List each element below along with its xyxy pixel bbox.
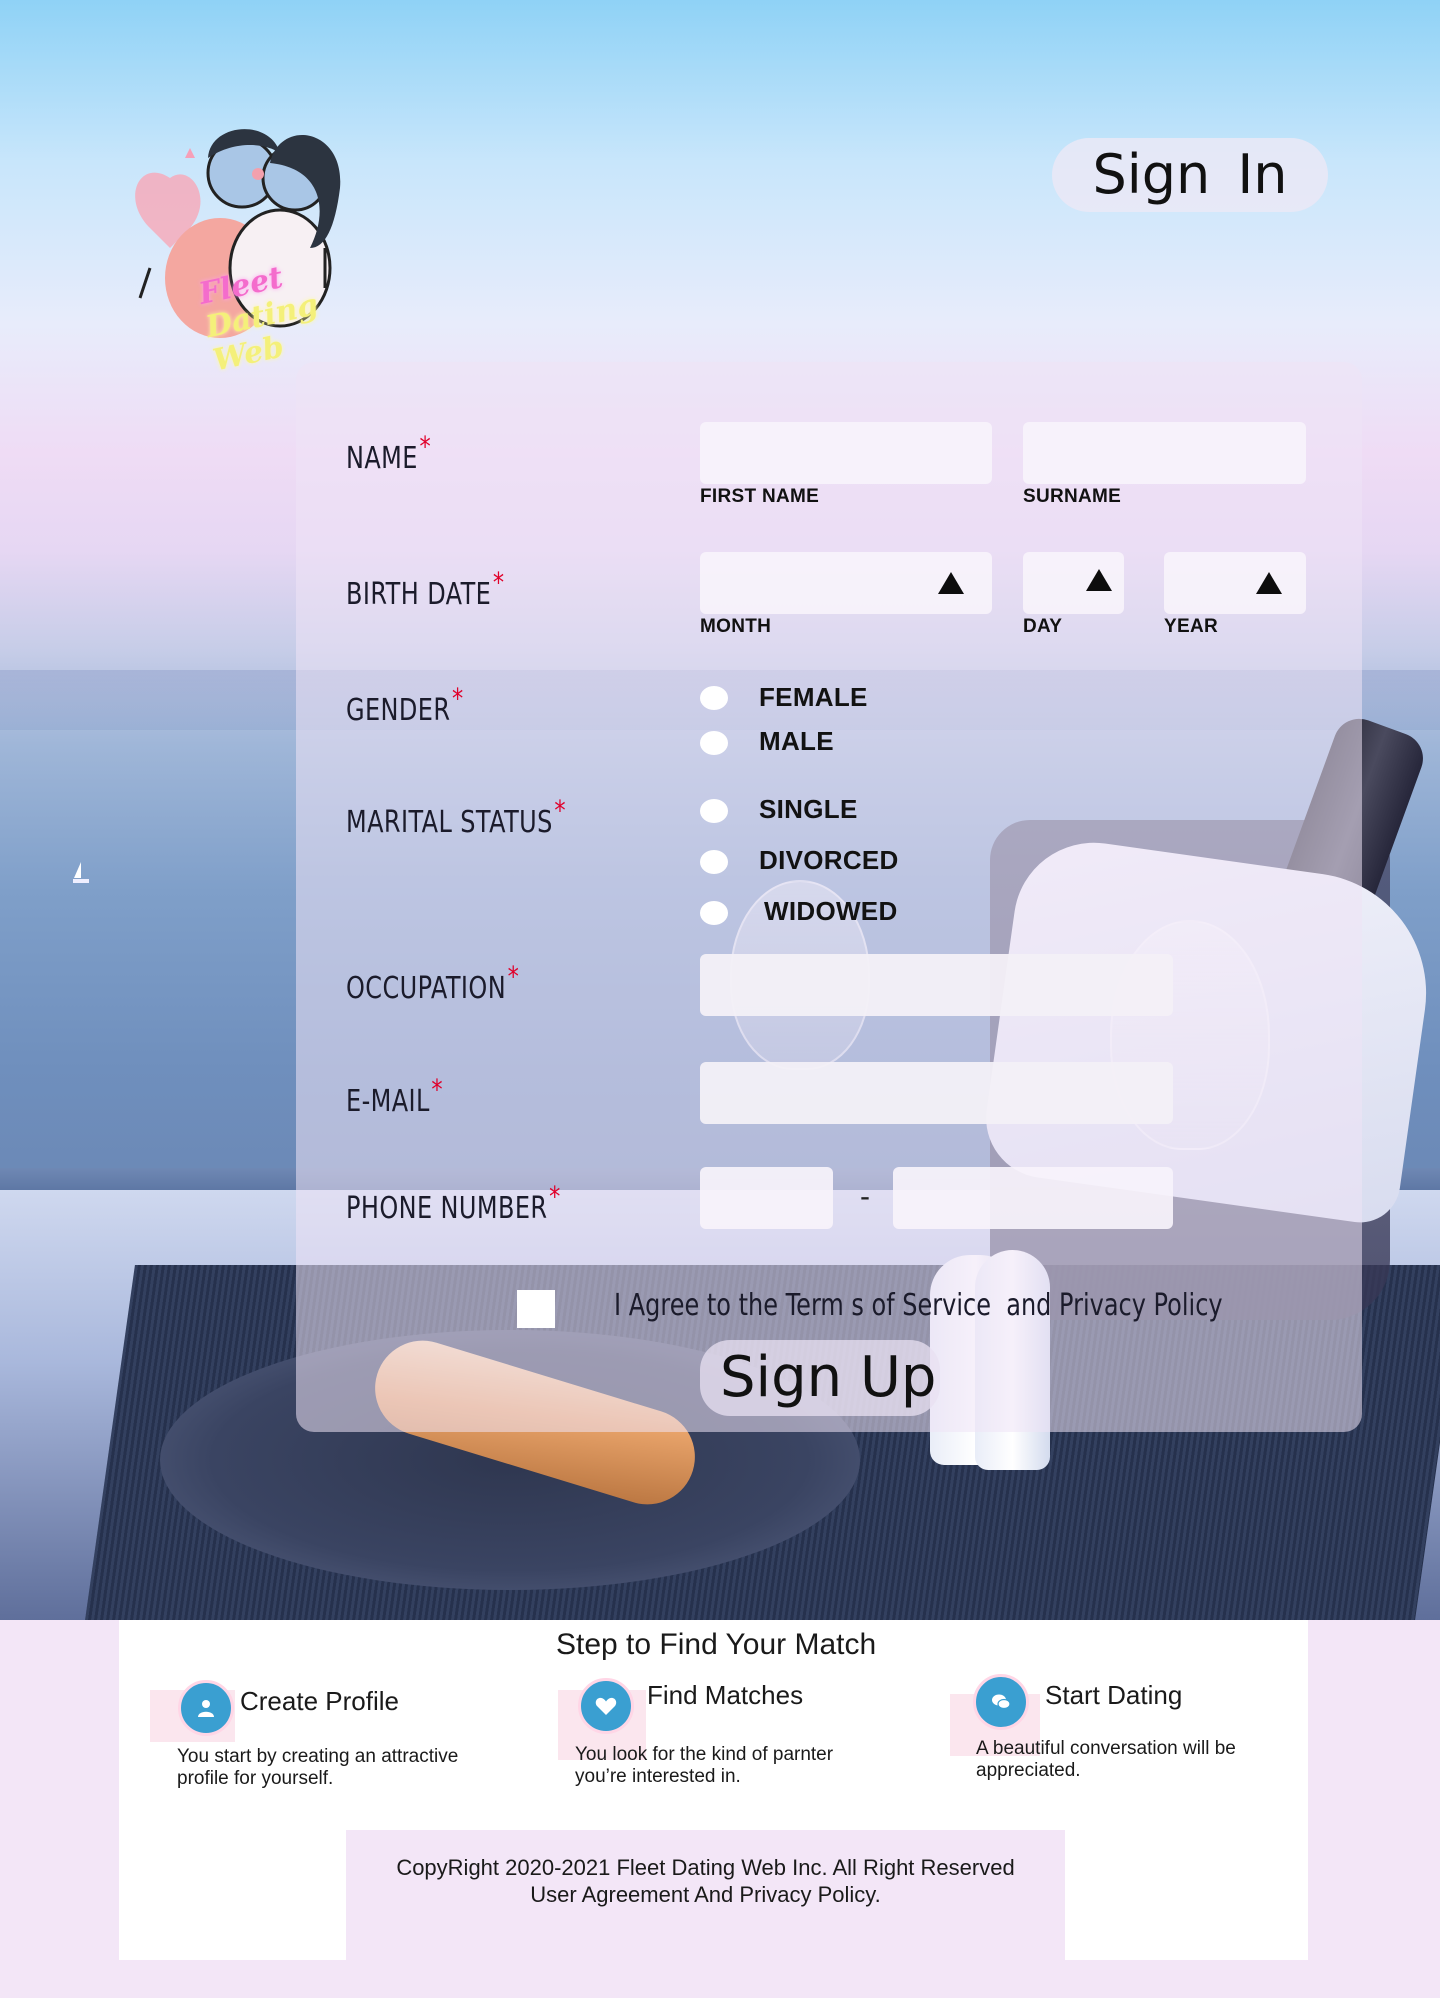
dropdown-arrow-icon (938, 572, 964, 594)
heart-icon (578, 1678, 634, 1734)
year-select[interactable] (1164, 552, 1306, 614)
divorced-option-label: DIVORCED (759, 845, 899, 875)
dropdown-arrow-icon (1256, 572, 1282, 594)
single-radio[interactable] (700, 799, 728, 823)
single-option-label: SINGLE (759, 794, 858, 824)
chat-icon (973, 1674, 1029, 1730)
dropdown-arrow-icon (1086, 569, 1112, 591)
phone-separator: - (860, 1180, 870, 1213)
day-select[interactable] (1023, 552, 1124, 614)
occupation-label: OCCUPATION* (346, 960, 520, 1006)
sign-in-button[interactable]: Sign In (1052, 138, 1328, 212)
terms-agreement-text: I Agree to the Term s of Service and Pri… (614, 1288, 1223, 1323)
user-agreement-link[interactable]: User Agreement And Privacy Policy. (346, 1881, 1065, 1908)
footer: CopyRight 2020-2021 Fleet Dating Web Inc… (346, 1830, 1065, 1960)
marital-status-label: MARITAL STATUS* (346, 794, 566, 840)
steps-title: Step to Find Your Match (556, 1628, 877, 1661)
terms-checkbox[interactable] (517, 1290, 555, 1328)
birth-date-label: BIRTH DATE* (346, 566, 505, 612)
occupation-input[interactable] (700, 954, 1173, 1016)
step-create-profile-title: Create Profile (240, 1686, 399, 1716)
sailboat-image (73, 862, 89, 883)
step-start-dating-desc: A beautiful conversation will be appreci… (976, 1738, 1236, 1781)
year-sublabel: YEAR (1164, 616, 1218, 637)
step-create-profile-desc: You start by creating an attractive prof… (177, 1746, 459, 1789)
first-name-sublabel: FIRST NAME (700, 486, 820, 507)
phone-number-input[interactable] (893, 1167, 1173, 1229)
widowed-option-label: WIDOWED (764, 896, 898, 926)
step-find-matches-title: Find Matches (647, 1680, 804, 1710)
email-input[interactable] (700, 1062, 1173, 1124)
day-sublabel: DAY (1023, 616, 1063, 637)
step-start-dating-title: Start Dating (1045, 1680, 1183, 1710)
sign-up-button[interactable]: Sign Up (700, 1340, 940, 1416)
first-name-input[interactable] (700, 422, 992, 484)
male-radio[interactable] (700, 731, 728, 755)
user-icon (178, 1680, 234, 1736)
widowed-radio[interactable] (700, 901, 728, 925)
email-label: E-MAIL* (346, 1073, 443, 1119)
month-select[interactable] (700, 552, 992, 614)
phone-number-label: PHONE NUMBER* (346, 1180, 561, 1226)
step-find-matches-desc: You look for the kind of parnter you’re … (575, 1744, 834, 1787)
name-label: NAME* (346, 430, 432, 476)
female-radio[interactable] (700, 686, 728, 710)
surname-sublabel: SURNAME (1023, 486, 1122, 507)
phone-area-code-input[interactable] (700, 1167, 833, 1229)
female-option-label: FEMALE (759, 682, 868, 712)
male-option-label: MALE (759, 726, 834, 756)
month-sublabel: MONTH (700, 616, 772, 637)
divorced-radio[interactable] (700, 850, 728, 874)
surname-input[interactable] (1023, 422, 1306, 484)
gender-label: GENDER* (346, 682, 464, 728)
copyright-text: CopyRight 2020-2021 Fleet Dating Web Inc… (396, 1855, 1015, 1880)
